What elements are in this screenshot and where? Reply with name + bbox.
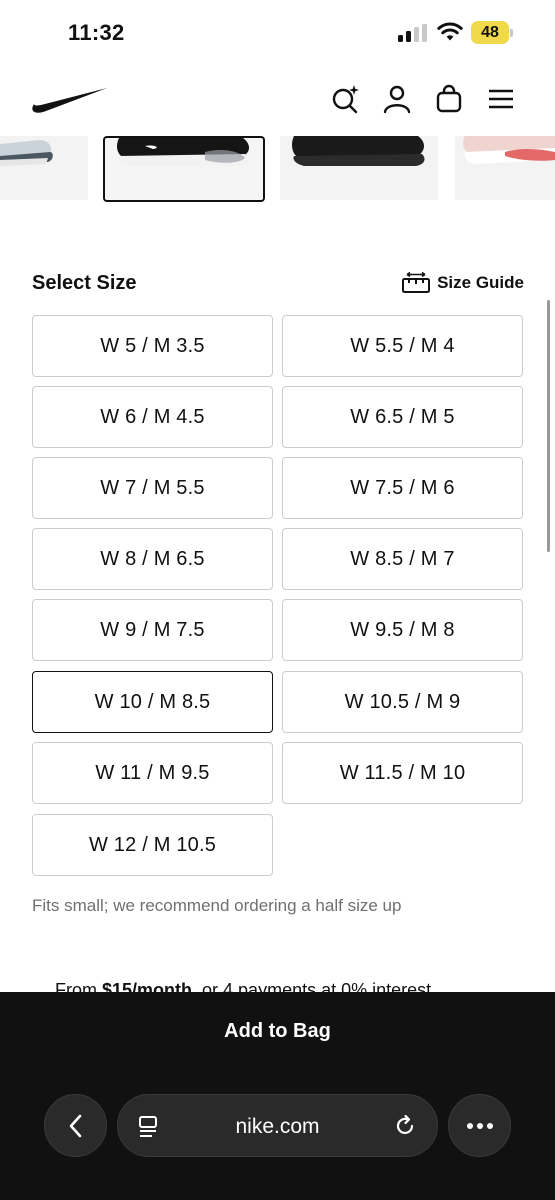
chevron-left-icon [69,1114,81,1137]
size-option[interactable]: W 11 / M 9.5 [32,742,273,804]
size-option[interactable]: W 8.5 / M 7 [282,528,523,590]
search-sparkle-icon[interactable] [330,84,360,114]
size-option[interactable]: W 8 / M 6.5 [32,528,273,590]
scroll-indicator[interactable] [547,300,550,552]
size-option[interactable]: W 11.5 / M 10 [282,742,523,804]
battery-level: 48 [471,21,509,44]
size-option[interactable]: W 6 / M 4.5 [32,386,273,448]
finance-prefix: From [55,980,102,992]
ruler-icon [402,272,431,293]
size-option[interactable]: W 6.5 / M 5 [282,386,523,448]
wifi-icon [437,22,463,41]
fit-note: Fits small; we recommend ordering a half… [32,896,402,915]
size-option[interactable]: W 12 / M 10.5 [32,814,273,876]
finance-message: From $15/month, or 4 payments at 0% inte… [0,978,555,992]
menu-icon[interactable] [486,84,516,114]
size-option[interactable]: W 9 / M 7.5 [32,599,273,661]
more-dots-icon [466,1122,493,1129]
thumbnail-3[interactable] [280,136,438,200]
finance-amount: $15/month [102,980,193,992]
size-option[interactable]: W 7 / M 5.5 [32,457,273,519]
nike-logo[interactable] [30,84,108,114]
size-option[interactable]: W 5.5 / M 4 [282,315,523,377]
finance-suffix: , or 4 payments at 0% interest [192,980,432,992]
url-text: nike.com [235,1115,320,1138]
site-header [0,66,555,136]
reload-icon[interactable] [393,1114,417,1138]
size-header: Select Size Size Guide [32,270,524,300]
select-size-title: Select Size [32,272,137,294]
thumbnail-2-selected[interactable] [103,136,265,202]
thumbnail-4[interactable] [455,136,555,200]
bag-icon[interactable] [434,84,464,114]
status-time: 11:32 [68,20,125,45]
size-guide-link[interactable]: Size Guide [401,272,524,294]
status-bar: 11:32 48 [0,0,555,66]
cellular-signal-icon [398,24,428,42]
thumbnail-1[interactable] [0,136,88,200]
address-bar[interactable]: nike.com [117,1094,438,1157]
bottom-bar: Add to Bag nike.com [0,992,555,1200]
size-option[interactable]: W 10.5 / M 9 [282,671,523,733]
size-option[interactable]: W 9.5 / M 8 [282,599,523,661]
more-button[interactable] [448,1094,511,1157]
battery-indicator: 48 [471,21,513,44]
size-option-selected[interactable]: W 10 / M 8.5 [32,671,273,733]
size-option[interactable]: W 5 / M 3.5 [32,315,273,377]
back-button[interactable] [44,1094,107,1157]
profile-icon[interactable] [382,84,412,114]
add-to-bag-button[interactable]: Add to Bag [0,1020,555,1043]
size-option[interactable]: W 7.5 / M 6 [282,457,523,519]
size-guide-label: Size Guide [437,273,524,292]
product-thumbnails [0,136,555,204]
